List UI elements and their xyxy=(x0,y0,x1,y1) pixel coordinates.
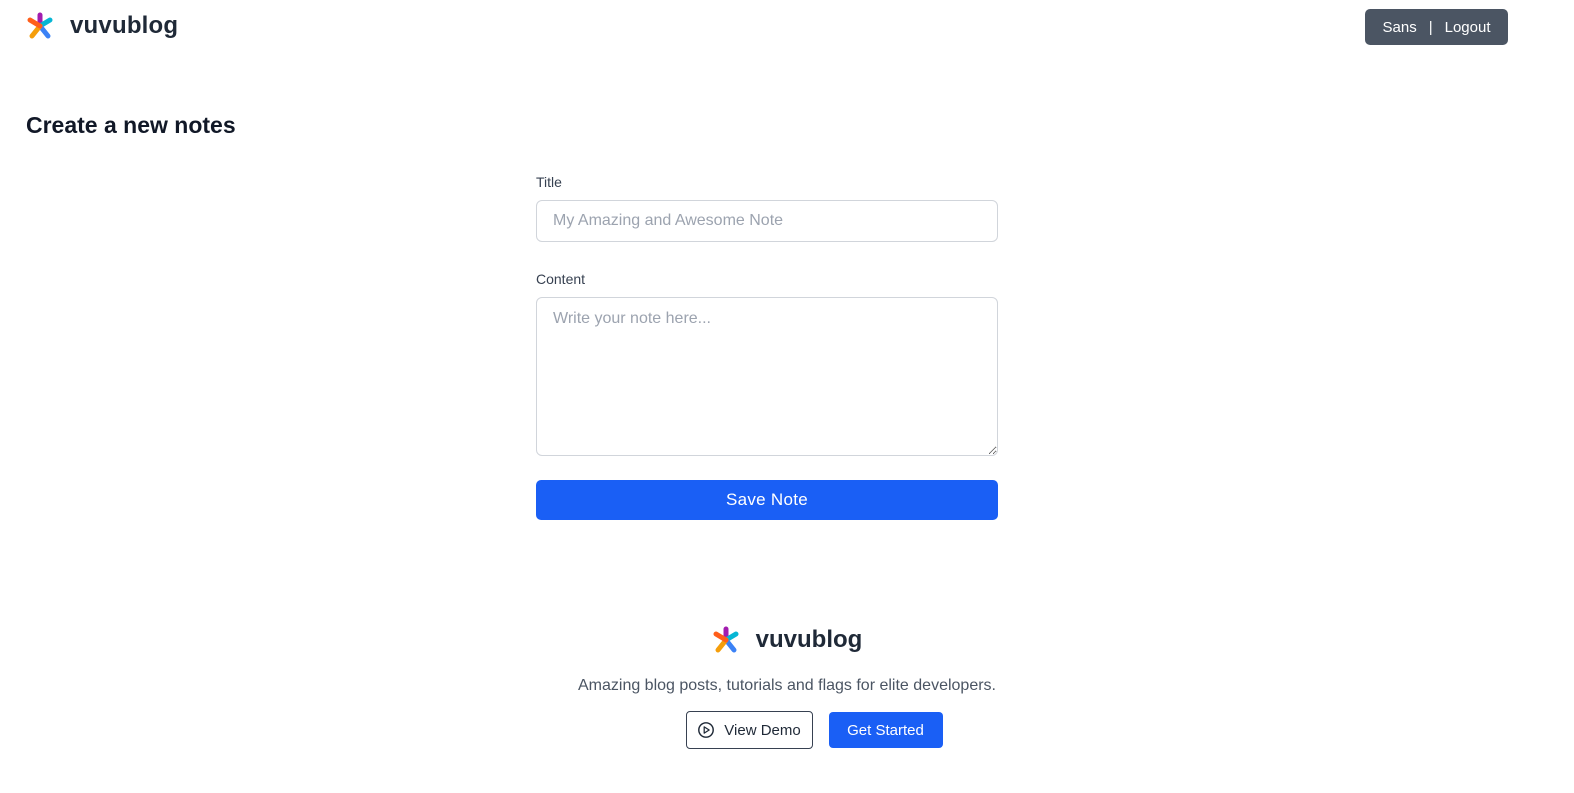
save-note-button[interactable]: Save Note xyxy=(536,480,998,520)
title-label: Title xyxy=(536,174,562,190)
asterisk-logo-icon xyxy=(27,12,53,39)
logout-link[interactable]: Logout xyxy=(1445,19,1491,36)
create-note-form: Title Content Save Note xyxy=(536,174,998,520)
brand-name: vuvublog xyxy=(70,12,179,39)
page-title: Create a new notes xyxy=(26,112,236,138)
menu-separator: | xyxy=(1428,18,1433,36)
user-name-link[interactable]: Sans xyxy=(1383,19,1417,36)
view-demo-label: View Demo xyxy=(724,721,801,739)
get-started-button[interactable]: Get Started xyxy=(828,712,943,748)
content-label: Content xyxy=(536,271,586,287)
footer-brand-name: vuvublog xyxy=(755,626,863,653)
top-navbar: vuvublog Sans | Logout xyxy=(0,0,1574,60)
footer: vuvublog Amazing blog posts, tutorials a… xyxy=(0,626,1574,749)
footer-actions: View Demo Get Started xyxy=(0,711,1574,749)
play-circle-icon xyxy=(698,722,715,738)
footer-tagline: Amazing blog posts, tutorials and flags … xyxy=(577,677,996,694)
view-demo-button[interactable]: View Demo xyxy=(685,711,813,749)
title-input[interactable] xyxy=(536,200,998,242)
content-textarea[interactable] xyxy=(536,297,998,456)
brand-link[interactable]: vuvublog xyxy=(26,12,178,40)
user-menu: Sans | Logout xyxy=(1365,9,1508,45)
asterisk-logo-icon xyxy=(713,626,739,653)
footer-brand: vuvublog xyxy=(712,626,863,654)
